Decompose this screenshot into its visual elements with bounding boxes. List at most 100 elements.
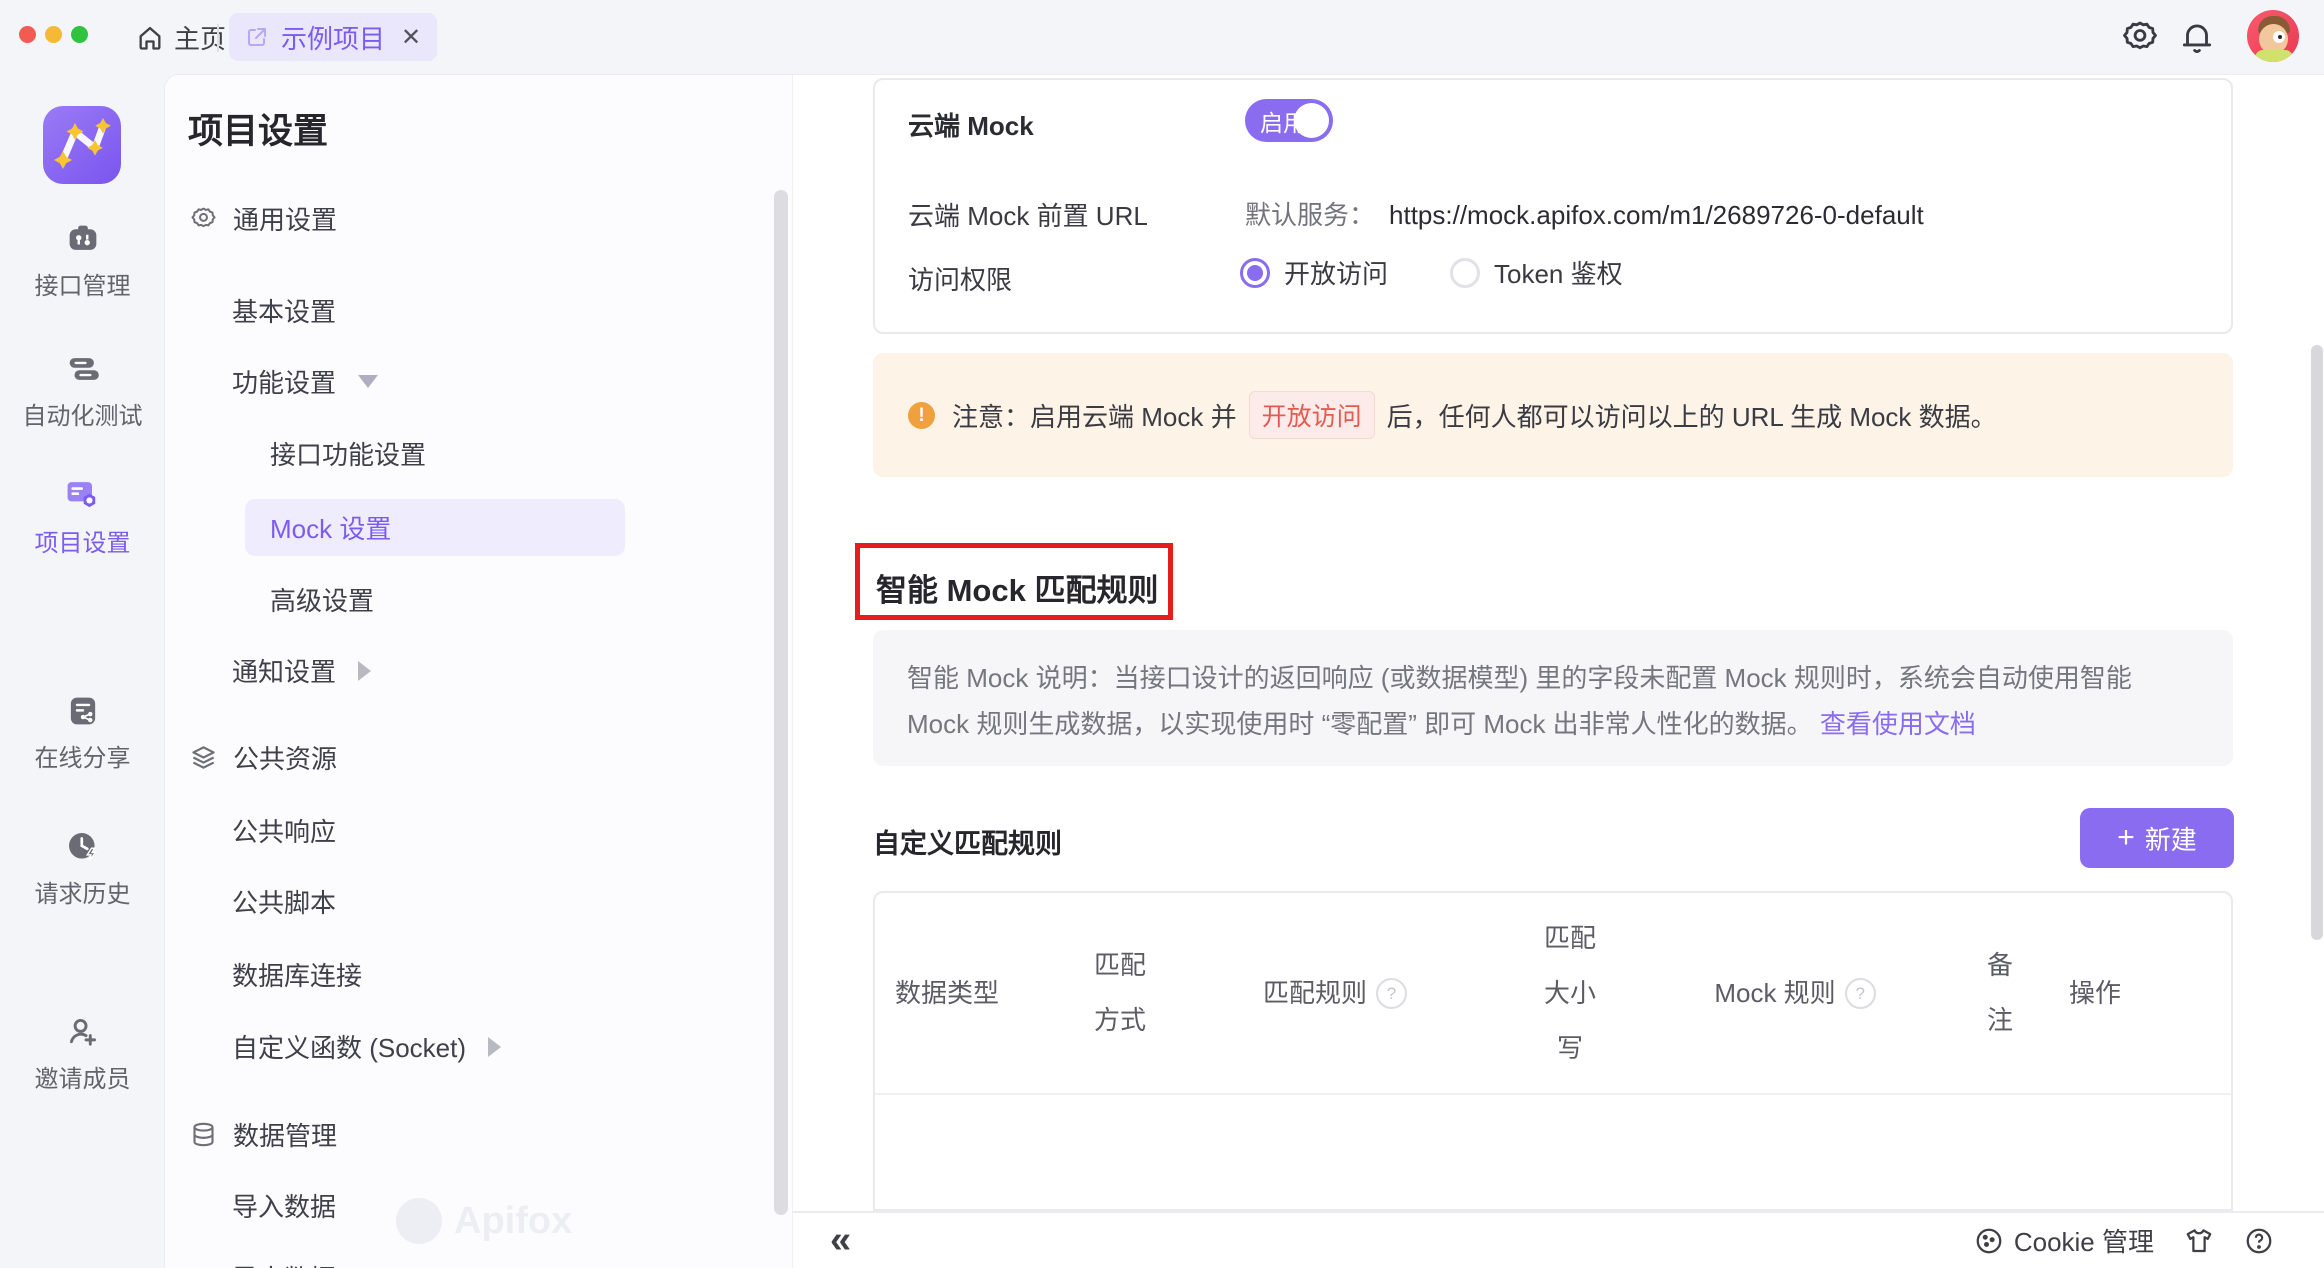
sidebar-item-invite-members[interactable]: 邀请成员 [0, 1015, 165, 1094]
sidebar-item-request-history[interactable]: 请求历史 [0, 830, 165, 909]
traffic-light-zoom[interactable] [71, 26, 88, 43]
nav-basic-settings[interactable]: 基本设置 [232, 282, 336, 339]
nav-item-label: Mock 设置 [270, 509, 391, 546]
open-access-badge: 开放访问 [1249, 391, 1375, 439]
home-icon [136, 24, 164, 52]
nav-data-management[interactable]: 数据管理 [190, 1106, 337, 1163]
help-circle-icon[interactable] [2244, 1226, 2274, 1256]
nav-item-label: 公共响应 [232, 812, 336, 849]
nav-item-label: 接口功能设置 [270, 435, 426, 472]
nav-item-label: 通知设置 [232, 652, 336, 689]
sidebar-item-project-settings[interactable]: 项目设置 [0, 477, 165, 558]
nav-mock-settings[interactable]: Mock 设置 [270, 499, 391, 556]
nav-item-label: 功能设置 [232, 363, 336, 400]
radio-token-auth-label: Token 鉴权 [1494, 254, 1623, 291]
radio-open-access[interactable] [1240, 258, 1270, 288]
nav-public-scripts[interactable]: 公共脚本 [232, 873, 336, 930]
nav-public-responses[interactable]: 公共响应 [232, 802, 336, 859]
sidebar-item-label: 接口管理 [35, 266, 131, 301]
api-management-icon [66, 222, 100, 256]
nav-export-data[interactable]: 导出数据 [232, 1249, 336, 1268]
sidebar-scrollbar[interactable] [774, 190, 788, 1215]
help-icon[interactable]: ? [1845, 978, 1876, 1009]
theme-shirt-icon[interactable] [2184, 1226, 2214, 1256]
nav-item-label: 导出数据 [232, 1259, 336, 1268]
home-button[interactable]: 主页 [136, 0, 226, 75]
footer-bar: « Cookie 管理 [793, 1211, 2324, 1268]
nav-custom-functions[interactable]: 自定义函数 (Socket) [232, 1018, 501, 1075]
new-rule-button[interactable]: + 新建 [2080, 808, 2234, 868]
settings-title: 项目设置 [188, 103, 328, 154]
col-data-type: 数据类型 [875, 966, 1065, 1021]
collapse-sidebar-icon[interactable]: « [830, 1219, 851, 1261]
col-match-case: 匹配大小写 [1495, 911, 1645, 1076]
sidebar-item-label: 请求历史 [35, 874, 131, 909]
topbar-divider [217, 24, 219, 52]
chevron-right-icon [488, 1037, 501, 1057]
project-tab[interactable]: 示例项目 ✕ [229, 13, 437, 61]
chevron-down-icon [358, 375, 378, 388]
mock-url-label: 云端 Mock 前置 URL [908, 196, 1148, 233]
default-service-label: 默认服务： [1245, 200, 1375, 230]
notifications-bell-icon[interactable] [2178, 18, 2216, 56]
online-share-icon [66, 694, 100, 728]
app-window: 主页 示例项目 ✕ [0, 0, 2324, 1268]
nav-notification-settings[interactable]: 通知设置 [232, 642, 371, 699]
mock-url-value[interactable]: https://mock.apifox.com/m1/2689726-0-def… [1389, 200, 1924, 230]
nav-advanced-settings[interactable]: 高级设置 [270, 571, 374, 628]
col-match-rule: 匹配规则 ? [1175, 966, 1495, 1021]
apifox-watermark: Apifox [396, 1198, 572, 1244]
nav-database-connections[interactable]: 数据库连接 [232, 946, 362, 1003]
nav-item-label: 公共资源 [233, 739, 337, 776]
nav-item-label: 基本设置 [232, 292, 336, 329]
traffic-light-minimize[interactable] [45, 26, 62, 43]
nav-api-feature-settings[interactable]: 接口功能设置 [270, 425, 426, 482]
warning-text: 注意：启用云端 Mock 并 开放访问 后，任何人都可以访问以上的 URL 生成… [952, 353, 1997, 477]
nav-general-settings[interactable]: 通用设置 [190, 190, 337, 247]
warning-icon: ! [908, 402, 935, 429]
col-remark: 备注 [1945, 938, 2055, 1048]
user-avatar[interactable] [2247, 10, 2299, 62]
settings-gear-icon[interactable] [2121, 18, 2159, 56]
close-tab-icon[interactable]: ✕ [401, 23, 421, 52]
project-settings-icon [65, 477, 101, 513]
database-icon [190, 1121, 217, 1148]
main-scrollbar[interactable] [2311, 345, 2323, 940]
col-mock-rule: Mock 规则 ? [1645, 966, 1945, 1021]
cloud-mock-label: 云端 Mock [908, 106, 1034, 143]
gear-small-icon [190, 205, 217, 232]
traffic-light-close[interactable] [19, 26, 36, 43]
chevron-right-icon [358, 661, 371, 681]
cookie-icon [1974, 1226, 2004, 1256]
sidebar-item-api-management[interactable]: 接口管理 [0, 222, 165, 301]
app-logo[interactable] [43, 106, 121, 184]
apifox-logo-icon [396, 1198, 442, 1244]
nav-item-label: 数据库连接 [232, 956, 362, 993]
nav-feature-settings[interactable]: 功能设置 [232, 353, 378, 410]
mock-url-value-row: 默认服务： https://mock.apifox.com/m1/2689726-… [1245, 195, 1924, 232]
radio-token-auth[interactable] [1450, 258, 1480, 288]
sidebar-item-automated-testing[interactable]: 自动化测试 [0, 352, 165, 431]
red-annotation-box [855, 543, 1173, 620]
table-header-row: 数据类型 匹配方式 匹配规则 ? 匹配大小写 Mock 规则 ? 备注 操作 [875, 893, 2231, 1095]
nav-item-label: 数据管理 [233, 1116, 337, 1153]
sidebar-item-online-share[interactable]: 在线分享 [0, 694, 165, 773]
new-rule-button-label: 新建 [2145, 820, 2197, 857]
help-icon[interactable]: ? [1376, 978, 1407, 1009]
nav-import-data[interactable]: 导入数据 [232, 1177, 336, 1234]
toggle-knob [1294, 103, 1329, 138]
nav-item-label: 公共脚本 [232, 883, 336, 920]
project-tab-label: 示例项目 [281, 19, 385, 56]
request-history-icon [66, 830, 100, 864]
cloud-mock-toggle[interactable]: 启用 [1245, 99, 1333, 142]
cookie-manager-button[interactable]: Cookie 管理 [1974, 1222, 2154, 1259]
doc-link[interactable]: 查看使用文档 [1820, 709, 1976, 739]
sidebar-item-label: 在线分享 [35, 738, 131, 773]
custom-rules-title: 自定义匹配规则 [873, 822, 1062, 861]
nav-public-resources[interactable]: 公共资源 [190, 729, 337, 786]
col-match-method: 匹配方式 [1065, 938, 1175, 1048]
invite-members-icon [66, 1015, 100, 1049]
sidebar-item-label: 项目设置 [35, 523, 131, 558]
sidebar-item-label: 自动化测试 [23, 396, 143, 431]
automated-testing-icon [66, 352, 100, 386]
